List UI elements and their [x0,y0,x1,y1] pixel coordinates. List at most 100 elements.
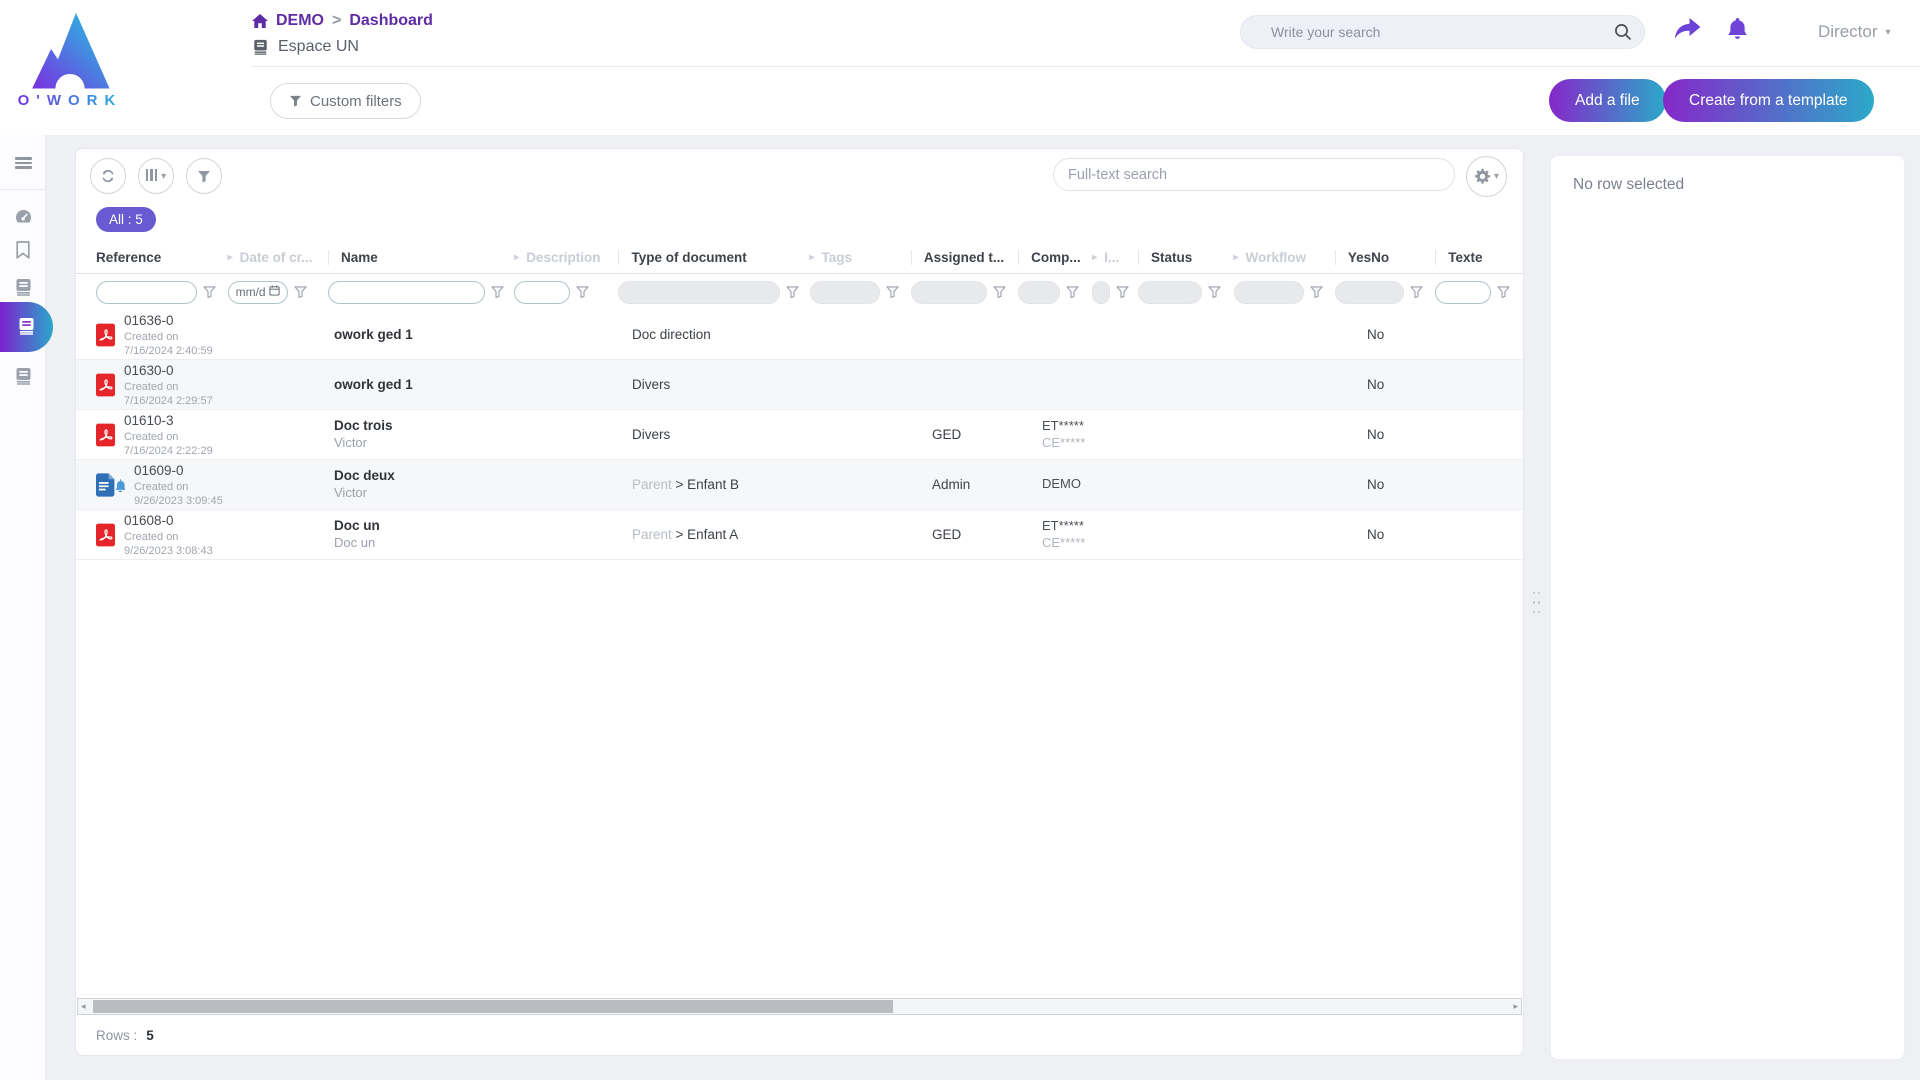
column-header-company[interactable]: Comp... [1018,242,1092,273]
column-expander-icon[interactable]: ▸ [810,252,815,263]
scrollbar-thumb[interactable] [93,1000,893,1013]
panel-resize-grip[interactable] [1533,592,1541,618]
sidebar [0,135,46,1080]
notifications-button[interactable] [1727,18,1748,43]
filter-funnel-icon[interactable] [886,286,899,298]
custom-filters-label: Custom filters [310,93,402,110]
sidebar-menu-button[interactable] [0,145,46,181]
breadcrumb-current[interactable]: Dashboard [349,12,433,30]
custom-filters-button[interactable]: Custom filters [270,83,421,119]
sidebar-item-2[interactable] [0,271,46,305]
column-expander-icon[interactable]: ▸ [1092,252,1097,263]
column-header-status[interactable]: Status [1138,242,1234,273]
column-separator [1018,250,1019,265]
share-button[interactable] [1675,18,1701,42]
column-header-workflow[interactable]: ▸Workflow [1234,242,1335,273]
columns-icon [146,169,159,184]
filter-date-input-date[interactable]: mm/d [228,281,288,304]
reference-id: DOC230926-01608-0 [124,510,225,530]
filter-funnel-icon[interactable] [1410,286,1423,298]
yesno-value: No [1367,427,1384,442]
home-icon[interactable] [252,14,268,28]
chevron-down-icon: ▾ [1494,171,1499,182]
filter-funnel-icon[interactable] [203,286,216,298]
create-template-button[interactable]: Create from a template [1663,79,1874,122]
filter-funnel-icon[interactable] [1497,286,1510,298]
column-header-type[interactable]: Type of document [618,242,809,273]
column-expander-icon[interactable]: ▸ [228,252,233,263]
scroll-left-arrow-icon[interactable]: ◂ [81,1001,86,1012]
column-separator [618,250,619,265]
filter-funnel-icon[interactable] [1208,286,1221,298]
sidebar-item-3-active[interactable] [0,302,53,352]
gear-icon [1474,168,1491,185]
filter-input-reference[interactable] [96,281,197,304]
table-row[interactable]: DOC230926-01608-0Created on 9/26/2023 3:… [76,510,1523,560]
scroll-right-arrow-icon[interactable]: ▸ [1513,1001,1518,1012]
column-header-yesno[interactable]: YesNo [1335,242,1435,273]
filter-cell-company [1018,274,1092,310]
bell-icon [1727,18,1748,40]
filter-input-texte[interactable] [1435,281,1491,304]
filter-funnel-icon[interactable] [993,286,1006,298]
column-header-tags[interactable]: ▸ Tags [810,242,911,273]
filter-funnel-icon [197,170,211,183]
document-type: Divers [632,427,670,442]
space-label: Espace UN [278,38,359,56]
column-expander-icon[interactable]: ▸ [1234,252,1239,263]
cell-i [1118,410,1165,459]
filter-funnel-icon[interactable] [1310,286,1323,298]
table-row[interactable]: DOC240716-01630-0Created on 7/16/2024 2:… [76,360,1523,410]
column-header-texte[interactable]: Texte [1435,242,1523,273]
book-icon [15,367,32,388]
yesno-value: No [1367,327,1384,342]
sidebar-item-0[interactable] [0,201,46,235]
filter-funnel-icon[interactable] [294,286,307,298]
cell-company: ET*****CE***** [1042,510,1118,559]
user-role-menu[interactable]: Director ▾ [1818,22,1891,42]
fulltext-search-input[interactable] [1054,167,1454,183]
filter-cell-assigned [911,274,1018,310]
column-header-assigned[interactable]: Assigned t... [911,242,1018,273]
table-filter-button[interactable] [186,158,222,194]
table-row[interactable]: DOC240716-01636-0Created on 7/16/2024 2:… [76,310,1523,360]
column-header-date[interactable]: ▸Date of cr... [228,242,328,273]
table-row[interactable]: DOC230926-01609-0Created on 9/26/2023 3:… [76,460,1523,510]
column-header-label: Tags [822,250,853,265]
column-header-label: Status [1151,250,1192,265]
refresh-button[interactable] [90,158,126,194]
table-settings-button[interactable]: ▾ [1466,156,1507,197]
filter-funnel-icon[interactable] [1066,286,1079,298]
reference-id: DOC230926-01610-3 [124,410,225,430]
filter-input-name[interactable] [328,281,485,304]
horizontal-scrollbar[interactable]: ◂ ▸ [77,998,1522,1015]
filter-input-description[interactable] [514,281,570,304]
all-count-badge[interactable]: All : 5 [96,207,156,232]
search-icon[interactable] [1614,23,1632,41]
add-file-button[interactable]: Add a file [1549,79,1666,122]
columns-button[interactable]: ▾ [138,158,174,194]
cell-workflow [1263,460,1367,509]
global-search-input[interactable] [1241,24,1614,40]
filter-funnel-icon[interactable] [1116,286,1129,298]
refresh-icon [100,168,116,184]
document-type: Parent > Enfant A [632,527,738,542]
column-header-description[interactable]: ▸Description [514,242,618,273]
column-header-name[interactable]: Name [328,242,514,273]
filter-cell-reference [96,274,228,310]
table-row[interactable]: DOC230926-01610-3Created on 7/16/2024 2:… [76,410,1523,460]
filter-funnel-icon[interactable] [576,286,589,298]
sidebar-item-4[interactable] [0,360,46,394]
app-logo[interactable]: O'WORK [12,6,128,109]
column-header-i[interactable]: ▸I... [1092,242,1138,273]
filter-cell-yesno [1335,274,1435,310]
sidebar-item-1[interactable] [0,234,46,268]
column-header-reference[interactable]: Reference [96,242,228,273]
cell-tags [828,310,932,359]
breadcrumb-root[interactable]: DEMO [276,12,324,30]
table-filter-row: mm/d [76,274,1523,310]
column-expander-icon[interactable]: ▸ [514,252,519,263]
breadcrumb-separator: > [332,12,341,30]
filter-funnel-icon[interactable] [491,286,504,298]
filter-funnel-icon[interactable] [786,286,799,298]
